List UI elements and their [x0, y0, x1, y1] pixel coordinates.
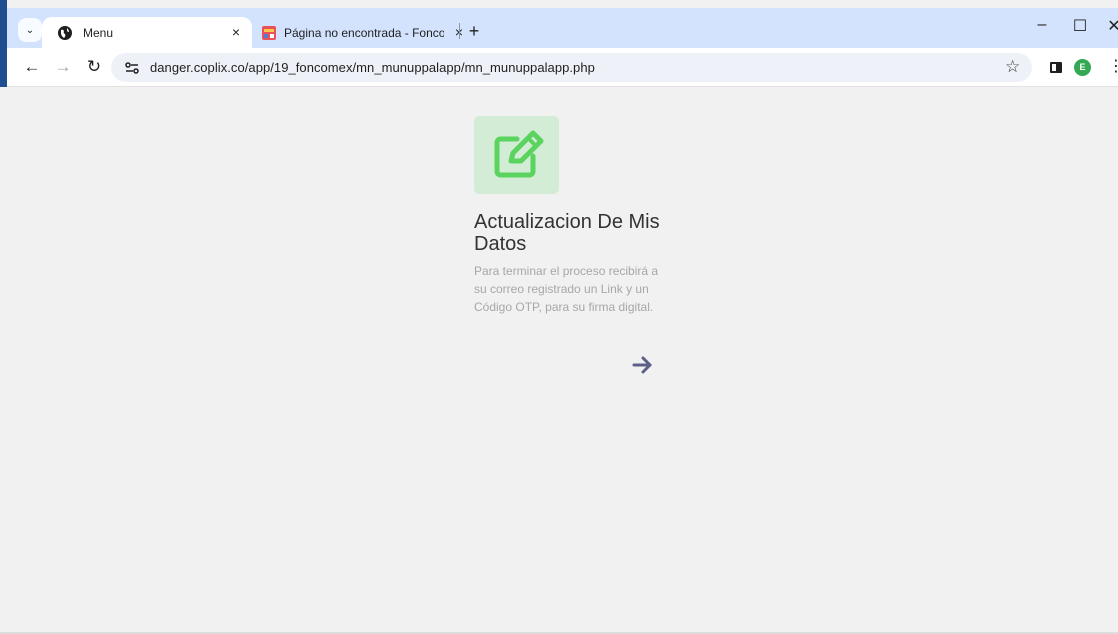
tab-separator [459, 23, 460, 39]
site-favicon [262, 25, 276, 40]
url-text: danger.coplix.co/app/19_foncomex/mn_munu… [150, 60, 595, 75]
tab-title: Página no encontrada - Foncom [284, 25, 444, 40]
tab-search-button[interactable]: ⌄ [18, 18, 42, 42]
more-menu-icon[interactable]: ⋮ [1108, 57, 1118, 77]
window-edge-strip [0, 0, 7, 87]
forward-button[interactable]: → [53, 57, 73, 77]
page-content: Actualizacion De Mis Datos Para terminar… [0, 88, 1118, 634]
browser-toolbar: ← → ↻ danger.coplix.co/app/19_foncomex/m… [7, 48, 1118, 87]
site-info-icon [125, 61, 139, 74]
address-bar[interactable]: danger.coplix.co/app/19_foncomex/mn_munu… [111, 53, 1032, 82]
tab-close-button[interactable]: × [228, 24, 244, 40]
reload-button[interactable]: ↻ [84, 57, 104, 77]
arrow-right-icon: → [54, 57, 72, 76]
browser-window: ⌄ Menu × Página no encontrada - Foncom ×… [0, 0, 1118, 634]
minimize-button[interactable]: – [1030, 16, 1054, 38]
chevron-down-icon: ⌄ [25, 24, 35, 36]
bookmark-star-icon[interactable]: ☆ [1005, 57, 1020, 77]
card-title[interactable]: Actualizacion De Mis Datos [474, 211, 674, 255]
arrow-right-icon[interactable] [630, 354, 656, 376]
back-button[interactable]: ← [22, 57, 42, 77]
tab-pagina-no-encontrada[interactable]: Página no encontrada - Foncom × [253, 17, 465, 48]
tab-title: Menu [83, 25, 114, 40]
new-tab-button[interactable]: + [465, 22, 483, 40]
globe-icon [58, 25, 72, 40]
maximize-button[interactable]: ☐ [1068, 16, 1092, 38]
tab-strip: ⌄ Menu × Página no encontrada - Foncom ×… [7, 8, 1118, 48]
tab-menu[interactable]: Menu × [42, 17, 252, 48]
side-panel-icon[interactable] [1050, 62, 1062, 73]
close-window-button[interactable]: ✕ [1102, 16, 1118, 38]
arrow-left-icon: ← [23, 57, 41, 76]
card-icon-tile[interactable] [474, 116, 559, 194]
edit-icon [494, 130, 543, 178]
card-description: Para terminar el proceso recibirá a su c… [474, 264, 659, 314]
reload-icon: ↻ [86, 57, 102, 76]
profile-avatar[interactable]: E [1074, 59, 1091, 76]
